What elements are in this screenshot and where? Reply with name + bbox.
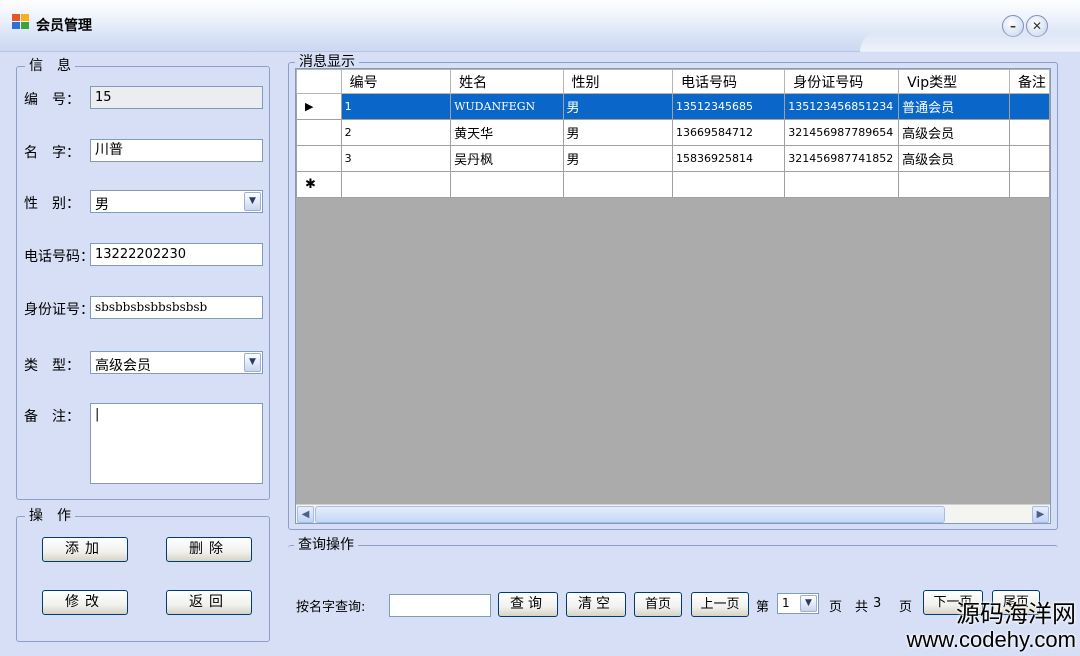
watermark: 源码海洋网 www.codehy.com (906, 602, 1076, 652)
cell-gender[interactable]: 男 (562, 119, 674, 146)
table-row[interactable]: 2 黄天华 男 13669584712 321456987789654 高级会员 (296, 119, 1050, 146)
new-cell[interactable] (898, 171, 1010, 198)
info-legend: 信 息 (25, 58, 75, 74)
cell-idcard[interactable]: 321456987741852 (784, 145, 900, 172)
window-title: 会员管理 (36, 18, 92, 34)
cell-id[interactable]: 3 (340, 145, 452, 172)
type-label: 类 型： (24, 358, 80, 374)
name-label: 名 字： (24, 145, 80, 161)
query-legend: 查询操作 (294, 537, 358, 553)
row-header[interactable] (296, 119, 342, 146)
cell-name[interactable]: WUDANFEGN (450, 93, 564, 120)
idcard-label: 身份证号： (24, 302, 94, 318)
cell-phone[interactable]: 15836925814 (672, 145, 786, 172)
table-row[interactable]: ▶ 1 WUDANFEGN 男 13512345685 135123456851… (296, 93, 1050, 120)
actions-group: 操 作 (16, 508, 270, 642)
gender-label: 性 别： (24, 196, 80, 212)
minimize-button[interactable]: – (1002, 15, 1024, 37)
new-cell[interactable] (784, 171, 900, 198)
prev-page-button[interactable]: 上一页 (691, 592, 749, 617)
phone-field[interactable]: 13222202230 (90, 243, 263, 266)
column-header[interactable]: 性别 (562, 69, 674, 94)
scroll-left-icon[interactable]: ◀ (297, 506, 314, 523)
search-button[interactable]: 查询 (498, 592, 558, 617)
table-header-row: 编号 姓名 性别 电话号码 身份证号码 Vip类型 备注 (296, 69, 1050, 94)
column-header[interactable]: Vip类型 (898, 69, 1010, 94)
search-input[interactable] (389, 594, 491, 617)
phone-label: 电话号码： (24, 249, 94, 265)
new-cell[interactable] (562, 171, 674, 198)
chevron-down-icon[interactable]: ▼ (800, 595, 817, 612)
first-page-button[interactable]: 首页 (634, 592, 682, 617)
column-header[interactable]: 电话号码 (672, 69, 786, 94)
type-select-value: 高级会员 (95, 358, 151, 374)
name-field[interactable]: 川普 (90, 139, 263, 162)
note-label: 备 注： (24, 409, 80, 425)
cell-id[interactable]: 2 (340, 119, 452, 146)
cell-phone[interactable]: 13512345685 (672, 93, 786, 120)
cell-gender[interactable]: 男 (562, 93, 674, 120)
cell-note[interactable] (1008, 119, 1050, 146)
cell-phone[interactable]: 13669584712 (672, 119, 786, 146)
app-icon (12, 14, 30, 30)
page-select[interactable]: 1 ▼ (777, 593, 819, 614)
title-bar: 会员管理 – ✕ (0, 0, 1080, 52)
search-label: 按名字查询: (296, 600, 366, 615)
cell-type[interactable]: 普通会员 (898, 93, 1010, 120)
cell-note[interactable] (1008, 145, 1050, 172)
watermark-line1: 源码海洋网 (956, 601, 1076, 628)
new-row-asterisk-icon[interactable]: ✱ (296, 171, 342, 198)
table-row[interactable]: 3 吴丹枫 男 15836925814 321456987741852 高级会员 (296, 145, 1050, 172)
current-row-indicator-icon[interactable]: ▶ (296, 93, 342, 120)
horizontal-scrollbar[interactable]: ◀ ▶ (296, 504, 1050, 523)
type-select[interactable]: 高级会员 ▼ (90, 351, 263, 374)
row-header[interactable] (296, 145, 342, 172)
chevron-down-icon[interactable]: ▼ (244, 353, 261, 372)
close-button[interactable]: ✕ (1026, 15, 1048, 37)
page-suffix: 页 (829, 600, 843, 615)
cell-gender[interactable]: 男 (562, 145, 674, 172)
new-cell[interactable] (672, 171, 786, 198)
gender-select[interactable]: 男 ▼ (90, 190, 263, 213)
cell-idcard[interactable]: 135123456851234 (784, 93, 900, 120)
new-cell[interactable] (340, 171, 452, 198)
new-cell[interactable] (450, 171, 564, 198)
back-button[interactable]: 返回 (166, 590, 252, 615)
actions-legend: 操 作 (25, 508, 75, 524)
cell-idcard[interactable]: 321456987789654 (784, 119, 900, 146)
note-textarea[interactable]: | (90, 403, 263, 484)
page-prefix: 第 (756, 600, 770, 615)
new-cell[interactable] (1008, 171, 1050, 198)
cell-name[interactable]: 吴丹枫 (450, 145, 564, 172)
chevron-down-icon[interactable]: ▼ (244, 192, 261, 211)
cell-type[interactable]: 高级会员 (898, 145, 1010, 172)
row-header-corner (296, 69, 342, 94)
gender-select-value: 男 (95, 197, 109, 213)
clear-button[interactable]: 清空 (566, 592, 626, 617)
total-prefix: 共 (855, 600, 869, 615)
delete-button[interactable]: 删除 (166, 537, 252, 562)
id-label: 编 号： (24, 92, 80, 108)
column-header[interactable]: 编号 (340, 69, 452, 94)
scroll-thumb[interactable] (315, 506, 945, 523)
column-header[interactable]: 身份证号码 (784, 69, 900, 94)
total-pages: 3 (873, 596, 882, 611)
column-header[interactable]: 备注 (1008, 69, 1050, 94)
cell-note[interactable] (1008, 93, 1050, 120)
cell-id[interactable]: 1 (340, 93, 452, 120)
cell-type[interactable]: 高级会员 (898, 119, 1010, 146)
idcard-field[interactable]: sbsbbsbsbbsbsbsb (90, 296, 263, 319)
column-header[interactable]: 姓名 (450, 69, 564, 94)
cell-name[interactable]: 黄天华 (450, 119, 564, 146)
scroll-right-icon[interactable]: ▶ (1032, 506, 1049, 523)
member-grid[interactable]: 编号 姓名 性别 电话号码 身份证号码 Vip类型 备注 ▶ 1 WUDANFE… (295, 68, 1051, 524)
edit-button[interactable]: 修改 (42, 590, 128, 615)
member-table: 编号 姓名 性别 电话号码 身份证号码 Vip类型 备注 ▶ 1 WUDANFE… (296, 69, 1050, 198)
id-field[interactable]: 15 (90, 86, 263, 109)
watermark-line2: www.codehy.com (906, 627, 1076, 652)
add-button[interactable]: 添加 (42, 537, 128, 562)
page-select-value: 1 (782, 596, 790, 610)
new-row[interactable]: ✱ (296, 171, 1050, 198)
